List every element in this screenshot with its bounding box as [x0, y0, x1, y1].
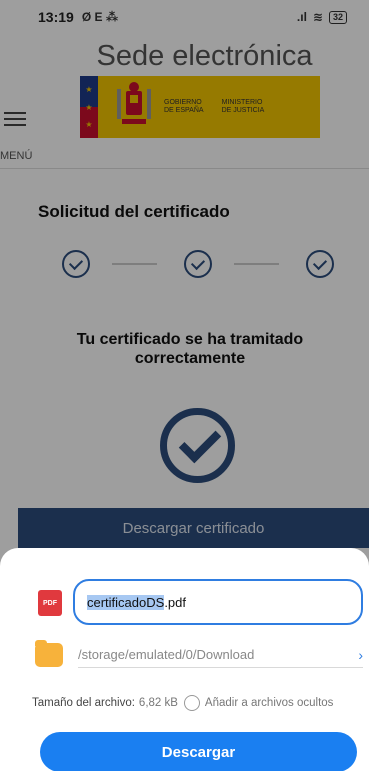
filename-extension: .pdf	[164, 594, 186, 610]
size-value: 6,82 kB	[138, 697, 178, 709]
save-location-selector[interactable]: /storage/emulated/0/Download ›	[78, 642, 363, 668]
file-size-row: Tamaño del archivo: 6,82 kB Añadir a arc…	[32, 695, 333, 711]
save-path: /storage/emulated/0/Download	[78, 647, 255, 662]
chevron-right-icon: ›	[358, 646, 363, 663]
size-label: Tamaño del archivo:	[32, 697, 135, 709]
hidden-files-radio[interactable]	[183, 695, 200, 711]
filename-input[interactable]: certificadoDS .pdf	[73, 579, 363, 625]
pdf-file-icon: PDF	[38, 590, 62, 616]
folder-icon	[35, 640, 63, 667]
download-button[interactable]: Descargar	[40, 732, 357, 771]
filename-selected-text: certificadoDS	[87, 594, 165, 610]
hidden-files-label[interactable]: Añadir a archivos ocultos	[205, 697, 333, 709]
download-bottom-sheet: PDF certificadoDS .pdf /storage/emulated/…	[0, 548, 369, 771]
